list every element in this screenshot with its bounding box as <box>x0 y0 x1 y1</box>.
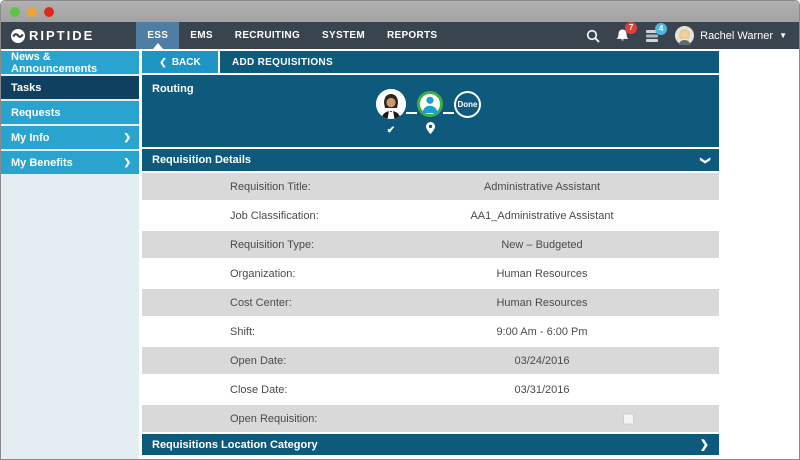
approver-photo-step[interactable]: ✔ <box>376 89 406 136</box>
nav-menu: ESSEMSRECRUITINGSYSTEMREPORTS <box>136 22 448 49</box>
app-logo: RIPTIDE <box>1 22 94 49</box>
back-button[interactable]: ❮ BACK <box>142 51 218 73</box>
detail-row-requisition-type: Requisition Type: New – Budgeted <box>142 231 719 258</box>
sidebar-item-label: My Info <box>11 132 50 144</box>
toolbar: ❮ BACK ADD REQUISITIONS <box>142 51 719 73</box>
detail-row-close-date: Close Date: 03/31/2016 <box>142 376 719 403</box>
field-label: Job Classification: <box>230 210 319 222</box>
field-value[interactable]: Administrative Assistant <box>382 181 702 193</box>
user-avatar <box>675 26 694 45</box>
chevron-right-icon: ❯ <box>700 438 709 451</box>
sidebar-item-label: My Benefits <box>11 157 73 169</box>
field-label: Organization: <box>230 268 295 280</box>
sidebar-item-label: Tasks <box>11 82 41 94</box>
nav-item-ems[interactable]: EMS <box>179 22 224 49</box>
window-titlebar <box>1 1 799 22</box>
done-circle: Done <box>454 91 481 118</box>
sidebar-item-news-announcements[interactable]: News & Announcements <box>1 51 139 74</box>
done-step[interactable]: Done <box>454 91 481 135</box>
field-value[interactable]: 03/31/2016 <box>382 384 702 396</box>
top-nav: RIPTIDE ESSEMSRECRUITINGSYSTEMREPORTS 7 … <box>1 22 799 49</box>
routing-section: Routing ✔ <box>142 75 719 147</box>
requisition-details-rows: Requisition Title: Administrative Assista… <box>142 173 719 432</box>
step-connector <box>406 112 417 114</box>
step-connector <box>443 112 454 114</box>
bell-badge: 7 <box>625 22 637 34</box>
sidebar-item-requests[interactable]: Requests <box>1 101 139 124</box>
current-person-step[interactable] <box>417 91 443 134</box>
chevron-right-icon: ❯ <box>123 157 131 168</box>
chevron-down-icon: ❯ <box>699 156 710 164</box>
location-pin-icon <box>426 122 435 134</box>
routing-steps: ✔ Done <box>376 89 481 136</box>
page-title: ADD REQUISITIONS <box>220 51 719 73</box>
detail-row-open-requisition: Open Requisition: <box>142 405 719 432</box>
detail-row-open-date: Open Date: 03/24/2016 <box>142 347 719 374</box>
field-value[interactable]: 9:00 Am - 6:00 Pm <box>382 326 702 338</box>
app-window: RIPTIDE ESSEMSRECRUITINGSYSTEMREPORTS 7 … <box>0 0 800 460</box>
search-icon[interactable] <box>586 29 600 43</box>
window-close-button[interactable] <box>44 7 54 17</box>
field-label: Open Requisition: <box>230 413 317 425</box>
section-title: Requisition Details <box>152 154 251 166</box>
field-label: Open Date: <box>230 355 286 367</box>
tasks-list-icon[interactable]: 4 <box>645 29 660 43</box>
detail-row-shift: Shift: 9:00 Am - 6:00 Pm <box>142 318 719 345</box>
main-content: ❮ BACK ADD REQUISITIONS Routing ✔ <box>142 51 719 455</box>
person-icon <box>417 91 443 117</box>
wave-circle-icon <box>11 29 25 43</box>
field-value[interactable]: AA1_Administrative Assistant <box>382 210 702 222</box>
nav-right: 7 4 Rachel Warner ▼ <box>586 22 799 49</box>
back-label: BACK <box>172 57 201 68</box>
detail-row-organization: Organization: Human Resources <box>142 260 719 287</box>
sidebar-item-my-info[interactable]: My Info ❯ <box>1 126 139 149</box>
chevron-right-icon: ❯ <box>123 132 131 143</box>
chevron-left-icon: ❮ <box>159 57 167 68</box>
tasks-badge: 4 <box>655 23 667 35</box>
logo-text: RIPTIDE <box>29 28 94 43</box>
sidebar: News & Announcements Tasks Requests My Info… <box>1 51 139 459</box>
chevron-down-icon: ▼ <box>779 31 787 40</box>
field-label: Requisition Title: <box>230 181 311 193</box>
footer-title: Requisitions Location Category <box>152 439 318 451</box>
field-label: Cost Center: <box>230 297 292 309</box>
window-minimize-button[interactable] <box>27 7 37 17</box>
nav-item-recruiting[interactable]: RECRUITING <box>224 22 311 49</box>
field-value[interactable]: New – Budgeted <box>382 239 702 251</box>
user-name: Rachel Warner <box>700 30 773 42</box>
open-requisition-checkbox[interactable] <box>623 413 634 424</box>
field-value[interactable]: Human Resources <box>382 297 702 309</box>
field-value[interactable]: Human Resources <box>382 268 702 280</box>
user-menu[interactable]: Rachel Warner ▼ <box>675 26 787 45</box>
nav-item-system[interactable]: SYSTEM <box>311 22 376 49</box>
check-icon: ✔ <box>387 125 395 136</box>
field-label: Close Date: <box>230 384 287 396</box>
sidebar-item-label: News & Announcements <box>11 51 131 75</box>
sidebar-item-label: Requests <box>11 107 61 119</box>
requisitions-location-category-bar[interactable]: Requisitions Location Category ❯ <box>142 434 719 455</box>
field-label: Requisition Type: <box>230 239 314 251</box>
bell-icon[interactable]: 7 <box>615 28 630 44</box>
sidebar-item-my-benefits[interactable]: My Benefits ❯ <box>1 151 139 174</box>
nav-item-ess[interactable]: ESS <box>136 22 179 49</box>
sidebar-item-tasks[interactable]: Tasks <box>1 76 139 99</box>
approver-avatar <box>376 89 406 119</box>
detail-row-cost-center: Cost Center: Human Resources <box>142 289 719 316</box>
detail-row-job-classification: Job Classification: AA1_Administrative As… <box>142 202 719 229</box>
detail-row-requisition-title: Requisition Title: Administrative Assista… <box>142 173 719 200</box>
field-label: Shift: <box>230 326 255 338</box>
field-value[interactable]: 03/24/2016 <box>382 355 702 367</box>
requisition-details-header[interactable]: Requisition Details ❯ <box>142 149 719 171</box>
nav-item-reports[interactable]: REPORTS <box>376 22 448 49</box>
window-zoom-button[interactable] <box>10 7 20 17</box>
